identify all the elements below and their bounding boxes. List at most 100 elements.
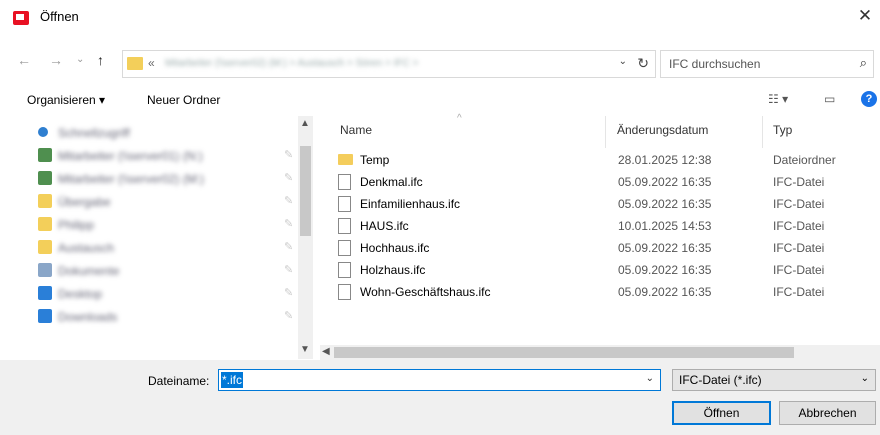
scroll-left-icon[interactable]: ◀	[322, 346, 330, 357]
pin-icon: ✎	[284, 172, 294, 184]
filename-input[interactable]: *.ifc ⌄	[218, 369, 661, 391]
file-list: Name ^ Änderungsdatum Typ Temp 28.01.2025…	[320, 113, 880, 359]
file-type: IFC-Datei	[773, 197, 825, 211]
back-icon[interactable]: ←	[17, 52, 31, 68]
change-view-icon[interactable]: ☷ ▾	[768, 92, 788, 106]
address-bar[interactable]: « Mitarbeiter (\\server02) (M:) > Austau…	[122, 50, 656, 78]
column-header-name[interactable]: Name	[340, 123, 372, 137]
file-icon	[338, 262, 351, 278]
file-row[interactable]: Hochhaus.ifc 05.09.2022 16:35 IFC-Datei	[334, 237, 879, 259]
address-dropdown-icon[interactable]: ⌄	[619, 56, 627, 67]
navigation-pane-scrollbar[interactable]: ▲ ▼	[298, 116, 313, 359]
column-header-type[interactable]: Typ	[773, 123, 792, 137]
file-row[interactable]: HAUS.ifc 10.01.2025 14:53 IFC-Datei	[334, 215, 879, 237]
sidebar-item[interactable]: Philipp ✎	[32, 213, 294, 235]
location-icon	[38, 286, 52, 300]
dialog-footer: Dateiname: *.ifc ⌄ IFC-Datei (*.ifc) ⌄ Ö…	[0, 360, 880, 435]
column-header-date[interactable]: Änderungsdatum	[617, 123, 708, 137]
file-name: Denkmal.ifc	[360, 175, 423, 189]
sidebar-item-label: Philipp	[58, 218, 95, 232]
file-name: Temp	[360, 153, 390, 167]
pin-icon: ✎	[284, 264, 294, 276]
search-input[interactable]: IFC durchsuchen ⌕	[660, 50, 874, 78]
filename-label: Dateiname:	[148, 374, 210, 388]
sidebar-item-label: Mitarbeiter (\\server02) (M:)	[58, 172, 205, 186]
pin-icon: ✎	[284, 218, 294, 230]
column-divider[interactable]	[605, 116, 606, 148]
file-icon	[338, 174, 351, 190]
scrollbar-thumb[interactable]	[334, 347, 794, 358]
file-name: Hochhaus.ifc	[360, 241, 430, 255]
window-title: Öffnen	[40, 9, 79, 24]
location-icon	[38, 148, 52, 162]
new-folder-button[interactable]: Neuer Ordner	[147, 93, 220, 107]
scrollbar-thumb[interactable]	[300, 146, 311, 236]
location-icon	[38, 240, 52, 254]
file-row[interactable]: Temp 28.01.2025 12:38 Dateiordner	[334, 149, 879, 171]
sidebar-item[interactable]: Mitarbeiter (\\server02) (M:) ✎	[32, 167, 294, 189]
up-icon[interactable]: ↑	[97, 52, 104, 68]
pin-icon: ✎	[284, 241, 294, 253]
title-bar: Öffnen ✕	[0, 0, 880, 34]
file-row[interactable]: Holzhaus.ifc 05.09.2022 16:35 IFC-Datei	[334, 259, 879, 281]
sidebar-item-label: Austausch	[58, 241, 115, 255]
help-icon[interactable]: ?	[861, 91, 877, 107]
sidebar-item-label: Schnellzugriff	[58, 126, 130, 140]
filename-dropdown-icon[interactable]: ⌄	[646, 373, 654, 384]
organize-button[interactable]: Organisieren ▾	[27, 93, 105, 107]
location-icon	[38, 263, 52, 277]
pin-icon: ✎	[284, 310, 294, 322]
filetype-value: IFC-Datei (*.ifc)	[679, 373, 762, 387]
command-bar: Organisieren ▾ Neuer Ordner ☷ ▾ ▭ ?	[0, 88, 880, 114]
location-icon	[38, 309, 52, 323]
forward-icon[interactable]: →	[49, 52, 63, 68]
file-type: IFC-Datei	[773, 219, 825, 233]
navigation-bar: ← → ⌄ ↑ « Mitarbeiter (\\server02) (M:) …	[0, 46, 880, 78]
folder-icon	[338, 154, 353, 165]
sidebar-item[interactable]: Austausch ✎	[32, 236, 294, 258]
file-date: 28.01.2025 12:38	[618, 153, 712, 167]
file-icon	[338, 240, 351, 256]
file-type: IFC-Datei	[773, 263, 825, 277]
file-list-horizontal-scrollbar[interactable]: ◀	[320, 345, 880, 360]
file-date: 05.09.2022 16:35	[618, 263, 712, 277]
scroll-down-icon[interactable]: ▼	[300, 344, 310, 355]
sidebar-item[interactable]: Downloads ✎	[32, 305, 294, 327]
recent-locations-dropdown-icon[interactable]: ⌄	[76, 54, 84, 65]
file-row[interactable]: Denkmal.ifc 05.09.2022 16:35 IFC-Datei	[334, 171, 879, 193]
breadcrumb-overflow-icon[interactable]: «	[148, 56, 155, 70]
sidebar-item[interactable]: Desktop ✎	[32, 282, 293, 304]
search-icon[interactable]: ⌕	[860, 55, 867, 71]
sidebar-item[interactable]: Übergabe ✎	[32, 190, 293, 212]
column-divider[interactable]	[762, 116, 763, 148]
filetype-select[interactable]: IFC-Datei (*.ifc) ⌄	[672, 369, 876, 391]
app-icon	[13, 11, 29, 25]
sidebar-item[interactable]: Dokumente ✎	[32, 259, 294, 281]
sidebar-item-label: Desktop	[58, 287, 103, 301]
sidebar-item-label: Downloads	[58, 310, 118, 324]
file-row[interactable]: Einfamilienhaus.ifc 05.09.2022 16:35 IFC-D…	[334, 193, 879, 215]
sidebar-item-label: Übergabe	[58, 195, 111, 209]
chevron-down-icon[interactable]: ⌄	[861, 373, 869, 384]
close-icon[interactable]: ✕	[854, 6, 876, 26]
refresh-icon[interactable]: ↻	[637, 55, 649, 72]
file-icon	[338, 218, 351, 234]
file-name: Einfamilienhaus.ifc	[360, 197, 461, 211]
sidebar-item[interactable]: Mitarbeiter (\\server01) (N:) ✎	[32, 144, 293, 166]
file-date: 05.09.2022 16:35	[618, 241, 712, 255]
location-icon	[38, 194, 52, 208]
file-row[interactable]: Wohn-Geschäftshaus.ifc 05.09.2022 16:35 IF…	[334, 281, 879, 303]
scroll-up-icon[interactable]: ▲	[300, 118, 310, 129]
filename-value[interactable]: *.ifc	[221, 372, 244, 388]
file-date: 05.09.2022 16:35	[618, 175, 712, 189]
file-icon	[338, 196, 351, 212]
file-type: IFC-Datei	[773, 241, 825, 255]
sort-ascending-icon: ^	[457, 113, 462, 124]
preview-pane-icon[interactable]: ▭	[824, 92, 835, 106]
sidebar-item[interactable]: Schnellzugriff	[32, 121, 292, 143]
cancel-button[interactable]: Abbrechen	[779, 401, 876, 425]
file-name: Wohn-Geschäftshaus.ifc	[360, 285, 491, 299]
breadcrumb[interactable]: Mitarbeiter (\\server02) (M:) > Austausc…	[165, 58, 418, 69]
open-button[interactable]: Öffnen	[672, 401, 771, 425]
sidebar-item-label: Dokumente	[58, 264, 120, 278]
